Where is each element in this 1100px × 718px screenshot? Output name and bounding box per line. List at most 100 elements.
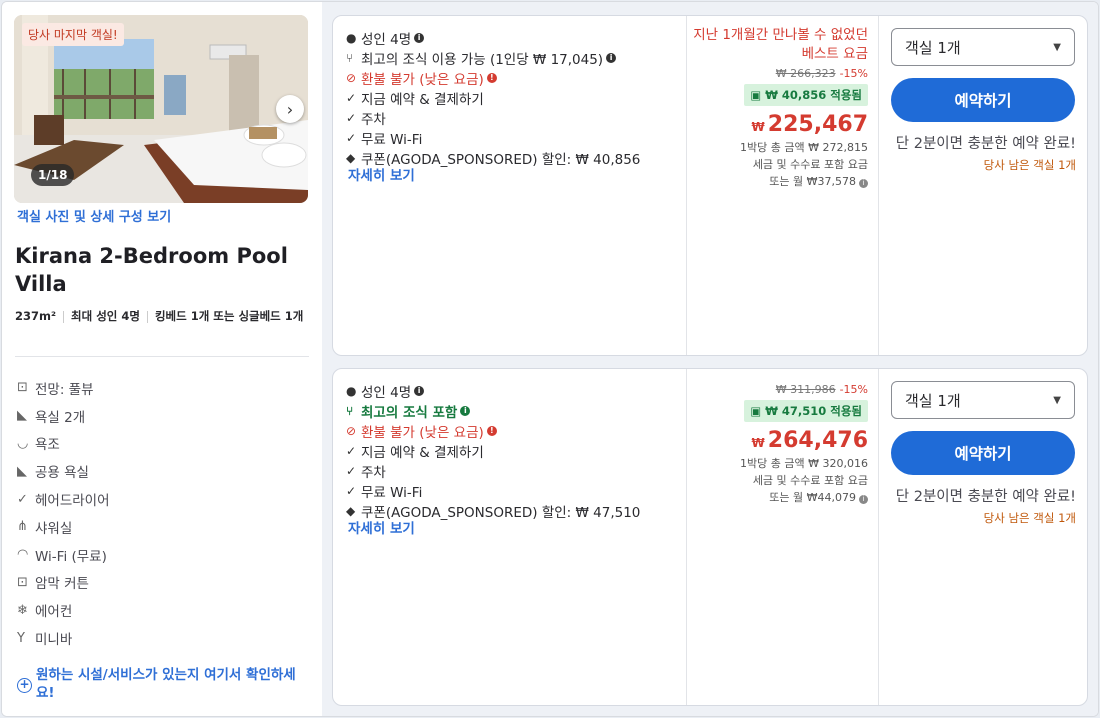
- minibar-icon: Y: [17, 630, 25, 646]
- info-icon[interactable]: i: [606, 53, 617, 63]
- chevron-down-icon: ▼: [1053, 41, 1061, 53]
- amenity-item: Y 미니바: [17, 630, 73, 649]
- check-icon: ✓: [346, 444, 357, 458]
- info-icon[interactable]: i: [460, 406, 471, 416]
- room-listing: 당사 마지막 객실! › 1/18 객실 사진 및 상세 구성 보기 Kiran…: [1, 1, 1099, 717]
- person-icon: ●: [346, 384, 357, 398]
- amenity-item: ⋔ 샤워실: [17, 519, 73, 537]
- feature-parking: ✓ 주차: [346, 111, 386, 128]
- feature-pay-now: ✓ 지금 예약 & 결제하기: [346, 444, 484, 461]
- check-icon: ✓: [346, 91, 357, 105]
- feature-parking: ✓ 주차: [346, 464, 386, 481]
- last-room-badge: 당사 마지막 객실!: [22, 23, 124, 46]
- info-icon[interactable]: i: [414, 33, 425, 43]
- chevron-right-icon: ›: [286, 99, 294, 119]
- meta-divider: [63, 310, 65, 323]
- price-column: ₩ 311,986 -15% ▣ ₩ 47,510 적용됨 ₩264,476 1박…: [688, 369, 868, 506]
- no-refund-icon: ⊘: [346, 424, 357, 438]
- feature-pay-now: ✓ 지금 예약 & 결제하기: [346, 91, 484, 108]
- meta-divider: [146, 310, 148, 323]
- booking-column: 객실 1개 ▼ 예약하기 단 2분이면 충분한 예약 완료! 당사 남은 객실 1…: [891, 381, 1076, 526]
- offer-features: ● 성인 4명 i ⑂ 최고의 조식 포함 i ⊘ 환불 불가 (낮은 요금)! ✓ 지금 …: [346, 381, 640, 521]
- room-max-guests: 최대 성인 4명: [71, 309, 140, 323]
- info-icon[interactable]: !: [486, 73, 497, 83]
- final-price: ₩264,476: [751, 428, 868, 453]
- amenity-item: ⊡ 전망: 풀뷰: [17, 380, 94, 398]
- rooms-left-notice: 당사 남은 객실 1개: [983, 511, 1076, 525]
- room-photo[interactable]: 당사 마지막 객실! › 1/18: [14, 15, 308, 203]
- amenity-list: ⊡ 전망: 풀뷰 ◣ 욕실 2개 ◡ 욕조 ◣ 공용 욕실 ✓ 헤어드라이어 ⋔ 샤워실 ◠…: [17, 374, 110, 652]
- feature-refund: ⊘ 환불 불가 (낮은 요금)!: [346, 421, 640, 441]
- room-count-select[interactable]: 객실 1개 ▼: [891, 381, 1075, 419]
- details-link[interactable]: 자세히 보기: [348, 517, 415, 537]
- shower-icon: ⋔: [17, 519, 28, 535]
- amenity-item: ◠ Wi-Fi (무료): [17, 547, 107, 565]
- feature-guests: ● 성인 4명 i: [346, 381, 640, 401]
- check-icon: ✓: [346, 464, 357, 478]
- book-button[interactable]: 예약하기: [891, 431, 1075, 475]
- chevron-down-icon: ▼: [1053, 394, 1061, 406]
- column-divider: [686, 369, 687, 705]
- feature-wifi: ✓ 무료 Wi-Fi: [346, 131, 423, 148]
- amenity-item: ✓ 헤어드라이어: [17, 491, 110, 510]
- monthly-price: 또는 월 ₩37,578 i: [688, 173, 868, 190]
- info-icon[interactable]: i: [859, 179, 868, 188]
- section-divider: [15, 356, 309, 357]
- coupon-applied-badge: ▣ ₩ 40,856 적용됨: [744, 84, 868, 106]
- photo-count-badge: 1/18: [31, 164, 75, 186]
- plus-circle-icon: +: [17, 678, 32, 693]
- rooms-left-notice: 당사 남은 객실 1개: [983, 158, 1076, 172]
- amenity-item: ❄ 에어컨: [17, 602, 73, 621]
- tax-note: 세금 및 수수료 포함 요금: [752, 158, 868, 171]
- amenity-item: ◡ 욕조: [17, 435, 60, 454]
- check-icon: ✓: [346, 484, 357, 498]
- cutlery-icon: ⑂: [346, 404, 354, 418]
- info-icon[interactable]: !: [486, 426, 497, 436]
- info-icon[interactable]: i: [414, 386, 425, 396]
- offer-features: ● 성인 4명 i ⑂ 최고의 조식 이용 가능 (1인당 ₩ 17,045) i ⊘ 환…: [346, 28, 640, 168]
- amenity-item: ⊡ 암막 커튼: [17, 574, 89, 593]
- currency-symbol: ₩: [751, 120, 765, 134]
- offer-card: ● 성인 4명 i ⑂ 최고의 조식 포함 i ⊘ 환불 불가 (낮은 요금)! ✓ 지금 …: [332, 368, 1088, 706]
- feature-guests: ● 성인 4명 i: [346, 28, 640, 48]
- check-icon: ✓: [17, 491, 28, 507]
- monthly-price: 또는 월 ₩44,079 i: [688, 489, 868, 506]
- discount-percent: -15%: [839, 67, 868, 80]
- view-icon: ⊡: [17, 380, 28, 396]
- feature-refund: ⊘ 환불 불가 (낮은 요금)!: [346, 68, 640, 88]
- booking-column: 객실 1개 ▼ 예약하기 단 2분이면 충분한 예약 완료! 당사 남은 객실 1…: [891, 28, 1076, 173]
- next-photo-button[interactable]: ›: [276, 95, 304, 123]
- total-per-night: 1박당 총 금액 ₩ 272,815: [740, 141, 868, 154]
- discount-percent: -15%: [839, 383, 868, 396]
- column-divider: [878, 16, 879, 355]
- shared-bathroom-icon: ◣: [17, 463, 27, 479]
- details-link[interactable]: 자세히 보기: [348, 164, 415, 184]
- tag-icon: ◆: [346, 504, 356, 518]
- best-price-notice: 지난 1개월간 만나볼 수 없었던 베스트 요금: [693, 27, 868, 62]
- amenity-item: ◣ 공용 욕실: [17, 463, 89, 482]
- info-icon[interactable]: i: [859, 495, 868, 504]
- ticket-icon: ▣: [750, 404, 766, 418]
- offer-card: ● 성인 4명 i ⑂ 최고의 조식 이용 가능 (1인당 ₩ 17,045) i ⊘ 환…: [332, 15, 1088, 356]
- blackout-curtain-icon: ⊡: [17, 574, 28, 590]
- person-icon: ●: [346, 31, 357, 45]
- coupon-applied-badge: ▣ ₩ 47,510 적용됨: [744, 400, 868, 422]
- amenity-item: ◣ 욕실 2개: [17, 408, 86, 426]
- room-count-select[interactable]: 객실 1개 ▼: [891, 28, 1075, 66]
- booking-hint: 단 2분이면 충분한 예약 완료!: [895, 489, 1076, 505]
- wifi-icon: ◠: [17, 547, 29, 563]
- original-price-line: ₩ 311,986 -15%: [688, 383, 868, 396]
- tag-icon: ◆: [346, 151, 356, 165]
- cutlery-icon: ⑂: [346, 51, 354, 65]
- room-summary: 당사 마지막 객실! › 1/18 객실 사진 및 상세 구성 보기 Kiran…: [2, 2, 322, 716]
- room-photos-link[interactable]: 객실 사진 및 상세 구성 보기: [17, 206, 171, 225]
- original-price: ₩ 266,323: [775, 67, 836, 80]
- feature-breakfast: ⑂ 최고의 조식 포함 i: [346, 401, 640, 421]
- feature-breakfast: ⑂ 최고의 조식 이용 가능 (1인당 ₩ 17,045) i: [346, 48, 640, 68]
- no-refund-icon: ⊘: [346, 71, 357, 85]
- book-button[interactable]: 예약하기: [891, 78, 1075, 122]
- room-size: 237m²: [15, 309, 57, 323]
- room-meta: 237m² 최대 성인 4명 킹베드 1개 또는 싱글베드 1개: [15, 306, 310, 326]
- facility-check-link[interactable]: + 원하는 시설/서비스가 있는지 여기서 확인하세요!: [17, 666, 307, 702]
- tax-note: 세금 및 수수료 포함 요금: [752, 474, 868, 487]
